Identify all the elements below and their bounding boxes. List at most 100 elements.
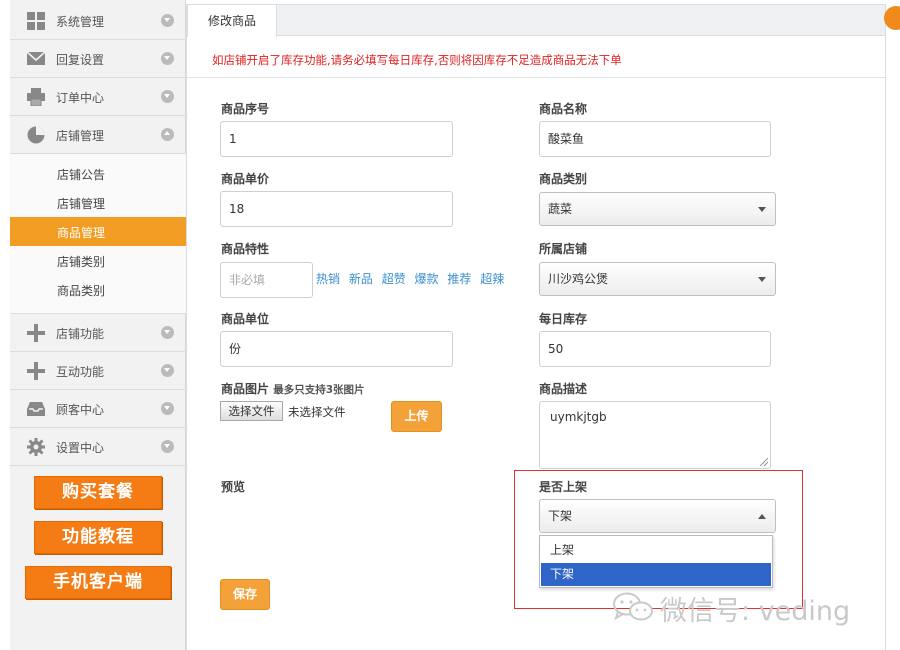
store-select[interactable]: 川沙鸡公煲 [539, 262, 776, 296]
caret-down-icon [758, 277, 766, 282]
inbox-icon [26, 400, 46, 418]
grid-icon [26, 12, 46, 30]
choose-file-button[interactable]: 选择文件 [220, 401, 283, 421]
submenu-item-label: 店铺管理 [57, 197, 106, 211]
stock-input[interactable]: 50 [539, 331, 771, 367]
sidebar-item-system[interactable]: 系统管理 [10, 2, 186, 40]
sidebar-item-interaction[interactable]: 互动功能 [10, 352, 186, 390]
tag-link[interactable]: 新品 [349, 272, 373, 286]
submenu-item-product-management[interactable]: 商品管理 [10, 217, 186, 246]
wechat-watermark: 微信号: veding [612, 589, 882, 627]
submenu-item-label: 店铺类别 [57, 255, 106, 269]
sidebar: 系统管理 回复设置 订单中心 店铺管理 店铺公告 店铺管理 商品管理 店铺类别 … [10, 0, 186, 650]
sidebar-item-store-management[interactable]: 店铺管理 [10, 116, 186, 154]
save-button[interactable]: 保存 [220, 579, 270, 610]
name-label: 商品名称 [539, 102, 588, 116]
listing-option-off[interactable]: 下架 [541, 563, 771, 586]
tutorial-button[interactable]: 功能教程 [34, 521, 162, 554]
chevron-down-icon [161, 52, 174, 65]
tag-link[interactable]: 爆款 [415, 272, 439, 286]
sidebar-item-label: 回复设置 [56, 53, 105, 67]
mobile-client-button[interactable]: 手机客户端 [25, 566, 171, 599]
sidebar-item-store-functions[interactable]: 店铺功能 [10, 314, 186, 352]
chevron-down-icon [161, 402, 174, 415]
sidebar-item-settings[interactable]: 设置中心 [10, 428, 186, 466]
plus-icon [26, 324, 46, 342]
sidebar-item-reply[interactable]: 回复设置 [10, 40, 186, 78]
printer-icon [26, 88, 46, 107]
watermark-text: 微信号: veding [660, 596, 851, 627]
plus-icon [26, 362, 46, 380]
sidebar-item-label: 设置中心 [56, 441, 105, 455]
preview-label: 预览 [221, 480, 246, 494]
corner-badge-icon [884, 6, 900, 30]
tab-edit-product[interactable]: 修改商品 [187, 4, 277, 37]
chevron-down-icon [161, 364, 174, 377]
image-label: 商品图片 最多只支持3张图片 [221, 380, 365, 397]
sidebar-item-label: 互动功能 [56, 365, 105, 379]
sidebar-item-label: 店铺功能 [56, 327, 105, 341]
seq-input[interactable]: 1 [220, 121, 453, 157]
submenu-item-store-category[interactable]: 店铺类别 [10, 246, 186, 275]
page: 系统管理 回复设置 订单中心 店铺管理 店铺公告 店铺管理 商品管理 店铺类别 … [0, 0, 900, 650]
no-file-text: 未选择文件 [288, 405, 346, 419]
chevron-down-icon [161, 326, 174, 339]
category-value: 蔬菜 [548, 202, 573, 216]
submenu-item-label: 店铺公告 [57, 168, 106, 182]
sidebar-item-label: 订单中心 [56, 91, 105, 105]
wechat-logo-icon [613, 592, 653, 621]
submenu-item-store-notice[interactable]: 店铺公告 [10, 159, 186, 188]
submenu-item-label: 商品管理 [57, 226, 106, 240]
upload-button[interactable]: 上传 [391, 401, 442, 432]
chevron-down-icon [161, 14, 174, 27]
sidebar-item-label: 顾客中心 [56, 403, 105, 417]
submenu-item-store-management[interactable]: 店铺管理 [10, 188, 186, 217]
tag-link[interactable]: 热销 [316, 272, 340, 286]
submenu-item-label: 商品类别 [57, 284, 106, 298]
gear-icon [26, 438, 46, 456]
stock-notice: 如店铺开启了库存功能,请务必填写每日库存,否则将因库存不足造成商品无法下单 [212, 53, 622, 67]
chevron-up-icon [161, 128, 174, 141]
features-input[interactable]: 非必填 [220, 262, 313, 298]
tag-link[interactable]: 推荐 [447, 272, 471, 286]
store-label: 所属店铺 [539, 242, 588, 256]
description-textarea[interactable]: uymkjtgb [539, 401, 771, 469]
listing-option-on[interactable]: 上架 [541, 539, 771, 562]
listing-select[interactable]: 下架 [539, 499, 776, 533]
tag-link[interactable]: 超辣 [480, 272, 504, 286]
sidebar-item-orders[interactable]: 订单中心 [10, 78, 186, 116]
image-hint: 最多只支持3张图片 [273, 384, 365, 396]
submenu: 店铺公告 店铺管理 商品管理 店铺类别 商品类别 [10, 154, 186, 314]
description-label: 商品描述 [539, 382, 588, 396]
price-input[interactable]: 18 [220, 191, 453, 227]
envelope-icon [26, 50, 46, 68]
name-input[interactable]: 酸菜鱼 [539, 121, 771, 157]
sidebar-item-label: 系统管理 [56, 15, 105, 29]
sidebar-item-customers[interactable]: 顾客中心 [10, 390, 186, 428]
description-value: uymkjtgb [550, 410, 607, 424]
pie-chart-icon [26, 126, 46, 144]
price-label: 商品单价 [221, 172, 270, 186]
submenu-item-product-category[interactable]: 商品类别 [10, 275, 186, 304]
features-label: 商品特性 [221, 242, 270, 256]
listing-value: 下架 [548, 509, 573, 523]
resize-grip-icon[interactable] [760, 458, 768, 466]
feature-tags: 热销 新品 超赞 爆款 推荐 超辣 [316, 270, 509, 287]
unit-input[interactable]: 份 [220, 331, 453, 367]
tag-link[interactable]: 超赞 [382, 272, 406, 286]
caret-up-icon [758, 514, 766, 519]
buy-package-button[interactable]: 购买套餐 [34, 476, 162, 509]
tab-bar: 修改商品 [186, 4, 886, 37]
chevron-down-icon [161, 90, 174, 103]
sidebar-item-label: 店铺管理 [56, 129, 105, 143]
listing-dropdown: 上架 下架 [539, 535, 773, 588]
category-label: 商品类别 [539, 172, 588, 186]
store-value: 川沙鸡公煲 [548, 272, 609, 286]
listing-label: 是否上架 [539, 480, 588, 494]
unit-label: 商品单位 [221, 312, 270, 326]
category-select[interactable]: 蔬菜 [539, 192, 776, 226]
stock-label: 每日库存 [539, 312, 588, 326]
divider [187, 77, 885, 78]
chevron-down-icon [161, 440, 174, 453]
image-label-text: 商品图片 [221, 382, 270, 396]
